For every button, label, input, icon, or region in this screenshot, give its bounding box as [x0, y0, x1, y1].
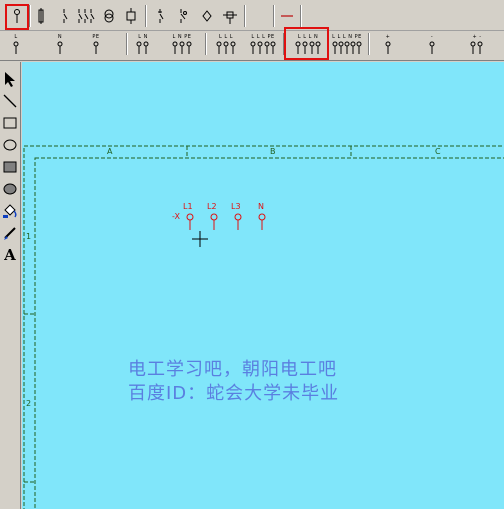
- terminal-pe-button[interactable]: PE: [92, 34, 100, 60]
- column-label-b: B: [270, 147, 276, 156]
- symbol-toolbar: [0, 0, 504, 31]
- multi-switch-icon[interactable]: [75, 5, 97, 27]
- terminal-group-icon: [136, 41, 149, 54]
- terminal-lllnpe-button[interactable]: L L L N PE: [332, 34, 362, 60]
- terminal-label: L N: [138, 34, 148, 40]
- text-icon[interactable]: A: [0, 244, 20, 266]
- rectangle-icon[interactable]: [0, 112, 20, 134]
- terminal-plus-button[interactable]: +: [384, 34, 392, 60]
- separator: [244, 5, 246, 27]
- terminal-group-icon: [172, 41, 192, 54]
- terminal-plusminus-button[interactable]: + -: [470, 34, 484, 60]
- drawing-tool-palette: A: [0, 62, 21, 509]
- llln-highlight: [284, 27, 329, 60]
- terminal-minus-button[interactable]: -: [428, 34, 436, 60]
- separator: [145, 5, 147, 27]
- crosshair-cursor-icon: [192, 231, 208, 247]
- terminal-lll-button[interactable]: L L L: [216, 34, 236, 60]
- terminal-group-icon: [332, 41, 362, 54]
- watermark-line-2: 百度ID：蛇会大学未毕业: [128, 383, 340, 404]
- terminal-single-button[interactable]: L: [12, 34, 20, 60]
- ellipse-icon[interactable]: [0, 134, 20, 156]
- terminal-label-l2: L2: [207, 202, 217, 211]
- terminal-lllpe-button[interactable]: L L L PE: [250, 34, 276, 60]
- fill-bucket-icon[interactable]: [0, 200, 20, 222]
- terminal-label: PE: [92, 34, 100, 40]
- separator: [273, 5, 275, 27]
- terminal-icon: [385, 41, 391, 54]
- column-label-c: C: [435, 147, 441, 156]
- load-switch-icon[interactable]: [172, 5, 194, 27]
- separator: [126, 33, 128, 55]
- terminal-toolbar: L N PE L N L N PE L L L L L L PE L L L N…: [0, 27, 504, 61]
- terminal-icon: [429, 41, 435, 54]
- terminal-ln-button[interactable]: L N: [136, 34, 150, 60]
- filled-rectangle-icon[interactable]: [0, 156, 20, 178]
- pointer-icon[interactable]: [0, 68, 20, 90]
- contact-icon[interactable]: [196, 5, 218, 27]
- terminal-strip: [186, 213, 266, 230]
- terminal-group-icon: [470, 41, 483, 54]
- row-label-1: 1: [26, 232, 32, 241]
- separator: [300, 5, 302, 27]
- terminal-icon: [57, 41, 63, 54]
- terminal-label: L L L PE: [251, 34, 275, 40]
- junction-icon[interactable]: [219, 5, 241, 27]
- terminal-icon: [13, 41, 19, 54]
- switch-icon[interactable]: [53, 5, 75, 27]
- separator: [205, 33, 207, 55]
- terminal-label: L L L: [218, 34, 234, 40]
- column-label-a: A: [107, 147, 113, 156]
- filled-ellipse-icon[interactable]: [0, 178, 20, 200]
- terminal-label: +: [385, 34, 391, 40]
- transformer-icon[interactable]: [98, 5, 120, 27]
- breaker-icon[interactable]: [149, 5, 171, 27]
- terminal-group-icon: [250, 41, 276, 54]
- pen-icon[interactable]: [0, 222, 20, 244]
- terminal-lnpe-button[interactable]: L N PE: [172, 34, 192, 60]
- terminal-highlight: [5, 4, 29, 30]
- line-icon[interactable]: [0, 90, 20, 112]
- terminal-label: -: [430, 34, 434, 40]
- terminal-n-button[interactable]: N: [56, 34, 64, 60]
- fuse-icon[interactable]: [30, 5, 52, 27]
- dash-icon[interactable]: [276, 5, 298, 27]
- meter-icon[interactable]: [120, 5, 142, 27]
- drawing-canvas[interactable]: A B C 1 2 -X L1 L2 L3 N 电工学习吧，朝阳电工吧 百度ID…: [22, 62, 504, 509]
- terminal-icon: [93, 41, 99, 54]
- separator: [368, 33, 370, 55]
- watermark-line-1: 电工学习吧，朝阳电工吧: [128, 359, 337, 380]
- terminal-label: + -: [472, 34, 482, 40]
- terminal-label: N: [57, 34, 63, 40]
- terminal-label: L N PE: [172, 34, 192, 40]
- terminal-label: L: [14, 34, 18, 40]
- terminal-label-l1: L1: [183, 202, 193, 211]
- terminal-label-l3: L3: [231, 202, 241, 211]
- sheet-frame: [23, 145, 504, 509]
- terminal-prefix: -X: [172, 212, 180, 221]
- terminal-label-n: N: [258, 202, 264, 211]
- row-label-2: 2: [26, 399, 32, 408]
- terminal-group-icon: [216, 41, 236, 54]
- terminal-label: L L L N PE: [332, 34, 362, 40]
